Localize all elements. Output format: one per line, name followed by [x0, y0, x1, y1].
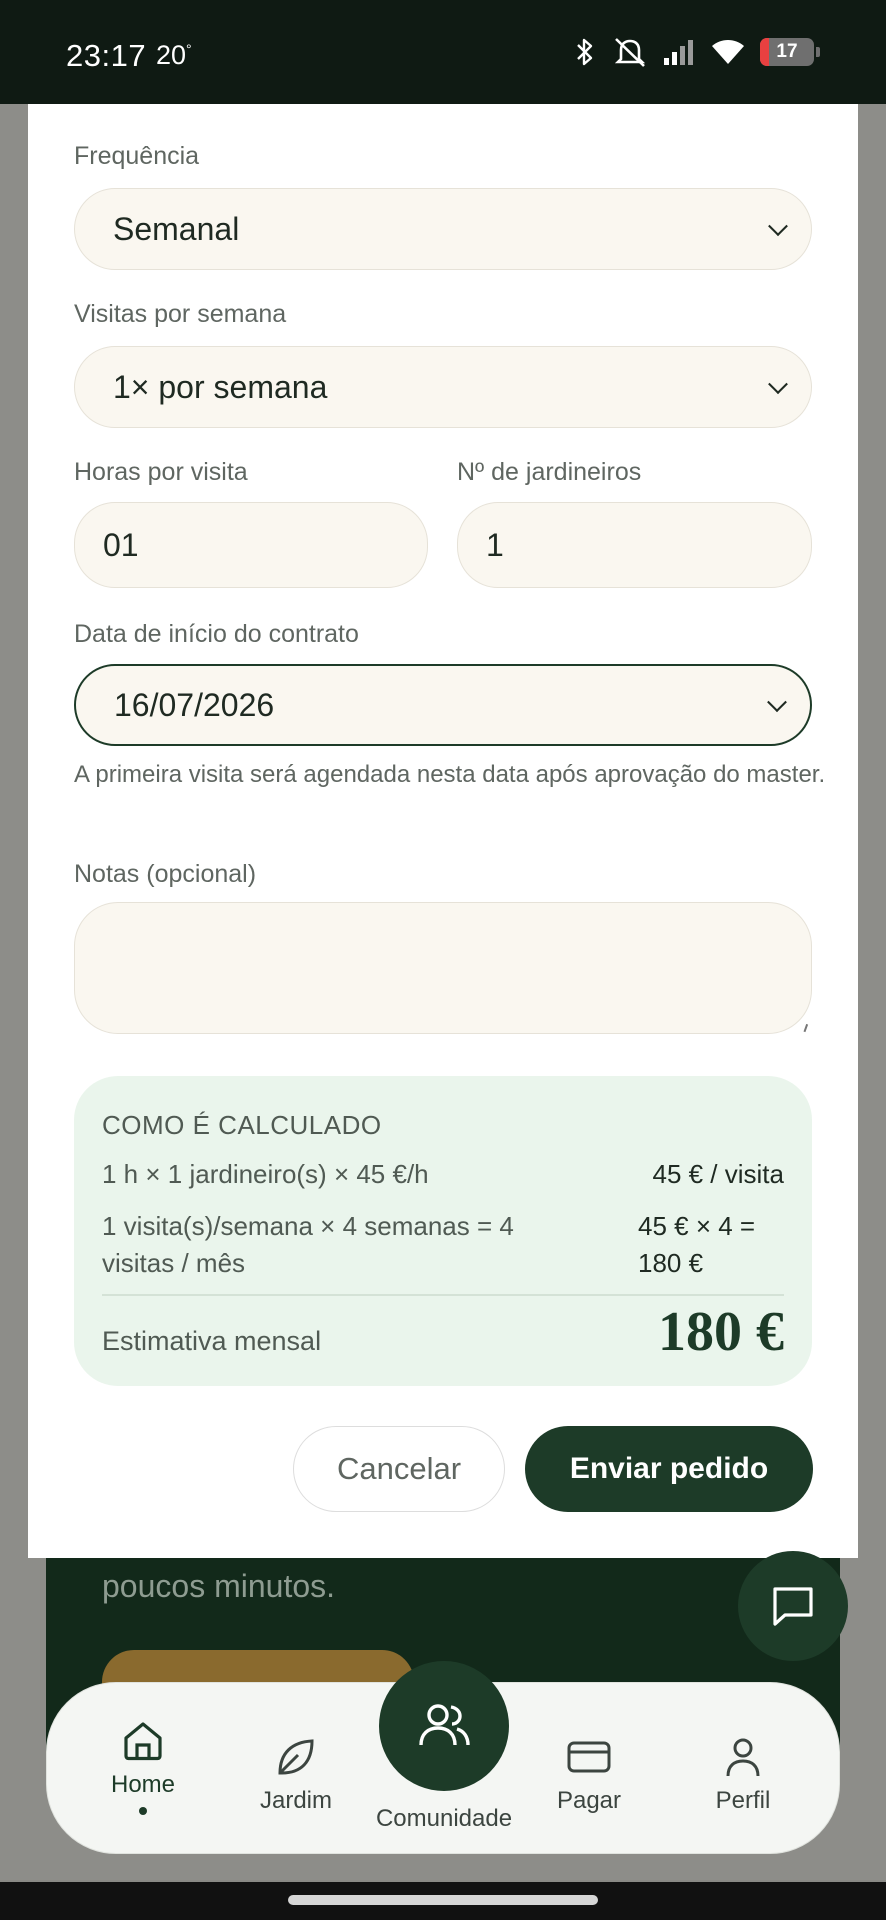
status-bar: 23:17 20° 17: [0, 0, 886, 104]
calculation-row1-result: 45 € / visita: [652, 1159, 784, 1189]
battery-tip: [816, 47, 820, 57]
card-icon: [567, 1741, 611, 1773]
nav-pay[interactable]: Pagar: [529, 1735, 649, 1815]
nav-profile[interactable]: Perfil: [683, 1735, 803, 1815]
calculation-row2-formula: 1 visita(s)/semana × 4 semanas = 4 visit…: [102, 1211, 514, 1278]
calculation-row2-result: 45 € × 4 = 180 €: [638, 1211, 756, 1278]
start-date-picker[interactable]: 16/07/2026: [74, 664, 812, 746]
bluetooth-icon: [577, 38, 593, 66]
nav-pay-label: Pagar: [556, 1787, 622, 1814]
start-date-label: Data de início do contrato: [74, 620, 359, 648]
active-indicator: [139, 1807, 147, 1815]
community-icon: [419, 1704, 470, 1746]
status-icons: 17: [572, 36, 820, 68]
frequency-value: Semanal: [113, 210, 240, 247]
monthly-estimate-label: Estimativa mensal: [102, 1326, 322, 1356]
resize-handle-icon[interactable]: [797, 1021, 809, 1033]
gesture-handle[interactable]: [288, 1895, 598, 1905]
bottom-navigation: Home Jardim Comunidade Pagar Perfil: [46, 1661, 840, 1854]
gardeners-input[interactable]: 1: [457, 502, 812, 588]
hours-value: 01: [103, 526, 139, 563]
chevron-down-icon: [768, 374, 788, 395]
nav-garden[interactable]: Jardim: [236, 1735, 356, 1815]
calculation-title: COMO É CALCULADO: [102, 1110, 382, 1140]
chevron-down-icon: [767, 692, 787, 713]
visits-select[interactable]: 1× por semana: [74, 346, 812, 428]
monthly-estimate-value: 180 €: [658, 1301, 784, 1363]
start-date-helper: A primeira visita será agendada nesta da…: [74, 761, 826, 788]
hours-label: Horas por visita: [74, 458, 248, 486]
calculation-row1-formula: 1 h × 1 jardineiro(s) × 45 €/h: [102, 1159, 429, 1189]
contract-request-modal: Frequência Semanal Visitas por semana 1×…: [28, 104, 858, 1558]
gardeners-value: 1: [486, 526, 504, 563]
nav-home[interactable]: Home: [83, 1719, 203, 1815]
calculation-box: COMO É CALCULADO 1 h × 1 jardineiro(s) ×…: [74, 1076, 812, 1386]
profile-icon: [726, 1738, 760, 1777]
battery-icon: 17: [760, 38, 814, 66]
background-card-text: poucos minutos.: [102, 1568, 336, 1604]
home-icon: [124, 1722, 162, 1761]
frequency-label: Frequência: [74, 142, 200, 170]
nav-garden-label: Jardim: [259, 1787, 332, 1814]
muted-bell-icon: [614, 38, 646, 67]
status-time: 23:17: [66, 38, 147, 73]
leaf-icon: [278, 1739, 314, 1775]
nav-community-label: Comunidade: [375, 1805, 513, 1832]
nav-community[interactable]: [379, 1661, 509, 1791]
chevron-down-icon: [768, 216, 788, 237]
status-temperature: 20°: [156, 40, 192, 70]
frequency-select[interactable]: Semanal: [74, 188, 812, 270]
nav-home-label: Home: [110, 1771, 176, 1798]
notes-label: Notas (opcional): [74, 860, 257, 888]
send-request-button[interactable]: Enviar pedido: [525, 1426, 813, 1512]
cancel-button[interactable]: Cancelar: [293, 1426, 505, 1512]
visits-value: 1× por semana: [113, 368, 328, 405]
gardeners-label: Nº de jardineiros: [457, 458, 642, 486]
chat-button[interactable]: [738, 1551, 848, 1661]
hours-input[interactable]: 01: [74, 502, 428, 588]
signal-icon: [664, 40, 693, 65]
start-date-value: 16/07/2026: [114, 686, 275, 723]
chat-icon: [773, 1587, 813, 1626]
calculation-divider: [102, 1294, 784, 1296]
visits-label: Visitas por semana: [74, 300, 287, 328]
notes-textarea[interactable]: [74, 902, 812, 1034]
wifi-icon: [712, 40, 744, 64]
nav-profile-label: Perfil: [715, 1787, 771, 1814]
